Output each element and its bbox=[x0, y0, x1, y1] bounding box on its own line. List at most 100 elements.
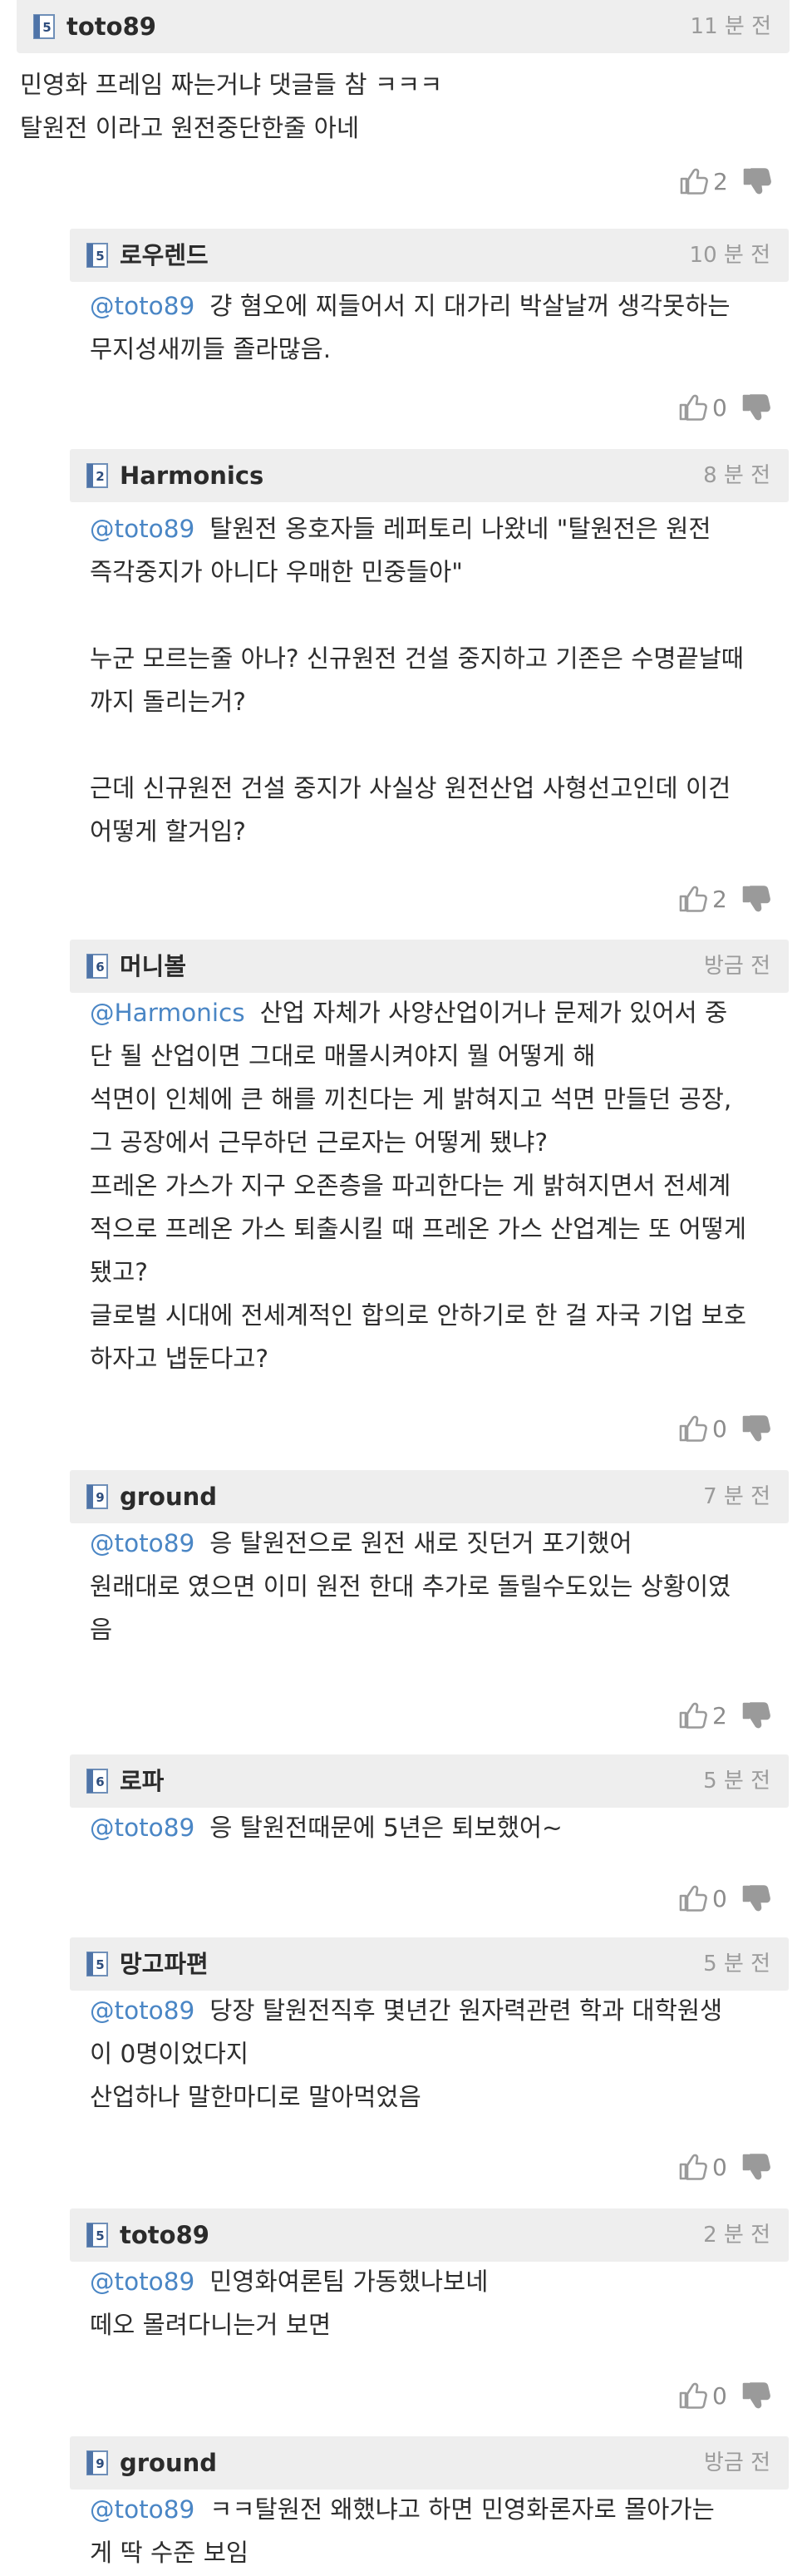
dislike-button[interactable] bbox=[741, 392, 770, 422]
comment-text-line bbox=[90, 723, 779, 767]
comment-text: 음 bbox=[90, 1616, 113, 1644]
comment-votes: 2 bbox=[677, 876, 770, 922]
user-level-icon: 6 bbox=[86, 1769, 108, 1794]
comment-text: 프레온 가스가 지구 오존층을 파괴한다는 게 밝혀지면서 전세계 bbox=[90, 1172, 731, 1200]
comment-text: 무지성새끼들 졸라많음. bbox=[90, 335, 332, 363]
comment-time: 7 분 전 bbox=[703, 1484, 770, 1509]
like-count: 0 bbox=[712, 393, 727, 422]
comment-header: 9 ground 방금 전 bbox=[70, 2436, 789, 2490]
like-count: 2 bbox=[712, 1701, 727, 1730]
comment-author[interactable]: Harmonics bbox=[120, 449, 263, 502]
user-level-number: 5 bbox=[96, 249, 104, 264]
comment-body: 민영화 프레임 짜는거냐 댓글들 참 ㅋㅋㅋ 탈원전 이라고 원전중단한줄 아네 bbox=[17, 63, 790, 150]
mention-link[interactable]: @Harmonics bbox=[90, 999, 245, 1027]
mention-link[interactable]: @toto89 bbox=[90, 1996, 194, 2025]
comment-votes: 0 bbox=[677, 1875, 770, 1922]
comment-text-line: @toto89 당장 탈원전직후 몇년간 원자력관련 학과 대학원생 bbox=[90, 1989, 779, 2032]
user-level-icon: 2 bbox=[86, 463, 108, 488]
comment-text-line bbox=[90, 594, 779, 637]
comment-header: 5 toto89 11 분 전 bbox=[17, 0, 790, 53]
dislike-button[interactable] bbox=[741, 1414, 770, 1443]
comment-text-line: @toto89 응 탈원전때문에 5년은 퇴보했어~ bbox=[90, 1806, 779, 1849]
thumbs-down-icon bbox=[742, 1415, 770, 1442]
comment-text: 석면이 인체에 큰 해를 끼친다는 게 밝혀지고 석면 만들던 공장, bbox=[90, 1085, 732, 1113]
comment-votes: 2 bbox=[677, 1692, 770, 1739]
comment-header: 5 망고파편 5 분 전 bbox=[70, 1937, 789, 1991]
user-level-icon: 5 bbox=[33, 14, 55, 39]
thumbs-down-icon bbox=[742, 2382, 770, 2409]
mention-link[interactable]: @toto89 bbox=[90, 2495, 194, 2524]
comment-author[interactable]: 망고파편 bbox=[120, 1937, 209, 1991]
like-count: 2 bbox=[712, 885, 727, 913]
mention-link[interactable]: @toto89 bbox=[90, 515, 194, 543]
dislike-button[interactable] bbox=[741, 1883, 770, 1913]
like-button[interactable]: 0 bbox=[677, 1414, 729, 1443]
mention-link[interactable]: @toto89 bbox=[90, 2268, 194, 2296]
comment-author[interactable]: toto89 bbox=[66, 0, 156, 53]
user-level-icon: 6 bbox=[86, 954, 108, 979]
comment-votes: 0 bbox=[677, 384, 770, 431]
like-count: 2 bbox=[713, 167, 728, 195]
like-button[interactable]: 0 bbox=[677, 2381, 729, 2411]
comment-text-line: 누군 모르는줄 아나? 신규원전 건설 중지하고 기존은 수명끝날때 bbox=[90, 637, 779, 680]
comment-time: 2 분 전 bbox=[703, 2223, 770, 2248]
like-button[interactable]: 0 bbox=[677, 392, 729, 422]
mention-link[interactable]: @toto89 bbox=[90, 1529, 194, 1557]
comment-text: 적으로 프레온 가스 퇴출시킬 때 프레온 가스 산업계는 또 어떻게 bbox=[90, 1215, 747, 1243]
comment-text: 게 딱 수준 보임 bbox=[90, 2539, 248, 2567]
like-button[interactable]: 0 bbox=[677, 1883, 729, 1913]
dislike-button[interactable] bbox=[741, 166, 771, 196]
user-level-icon: 5 bbox=[86, 1952, 108, 1976]
comment-text-line: 음 bbox=[90, 1608, 779, 1651]
comment-text-line: 까지 돌리는거? bbox=[90, 680, 779, 723]
comment-time: 5 분 전 bbox=[703, 1952, 770, 1976]
comment-body: @toto89 당장 탈원전직후 몇년간 원자력관련 학과 대학원생 이 0명이었다… bbox=[70, 1989, 789, 2119]
comment: 5 toto89 2 분 전 @toto89 민영화여론팀 가동했나보네 떼오 몰려… bbox=[70, 2208, 789, 2410]
comment-author[interactable]: ground bbox=[120, 2436, 217, 2490]
comment: 5 망고파편 5 분 전 @toto89 당장 탈원전직후 몇년간 원자력관련 학… bbox=[70, 1937, 789, 2181]
comment-author[interactable]: 머니볼 bbox=[120, 940, 186, 993]
thumbs-down-icon bbox=[742, 886, 770, 912]
comment-author[interactable]: 로우렌드 bbox=[120, 229, 209, 282]
comment: 2 Harmonics 8 분 전 @toto89 탈원전 옹호자들 레퍼토리 나… bbox=[70, 449, 789, 913]
comment-text: 누군 모르는줄 아나? 신규원전 건설 중지하고 기존은 수명끝날때 bbox=[90, 644, 744, 673]
comment-text: 떼오 몰려다니는거 보면 bbox=[90, 2311, 332, 2339]
comment-text: 민영화여론팀 가동했나보네 bbox=[209, 2268, 489, 2296]
user-level-icon: 9 bbox=[86, 1484, 108, 1509]
comment-header: 6 머니볼 방금 전 bbox=[70, 940, 789, 993]
comment-votes: 0 bbox=[677, 1405, 770, 1452]
like-button[interactable]: 2 bbox=[678, 166, 730, 196]
comment-text: 산업하나 말한마디로 말아먹었음 bbox=[90, 2083, 421, 2111]
comment-text: 까지 돌리는거? bbox=[90, 688, 246, 716]
comment-text-line: 그 공장에서 근무하던 근로자는 어떻게 됐냐? bbox=[90, 1121, 779, 1164]
dislike-button[interactable] bbox=[741, 2152, 770, 2182]
comment-header: 2 Harmonics 8 분 전 bbox=[70, 449, 789, 502]
dislike-button[interactable] bbox=[741, 1700, 770, 1730]
comment-text-line: @toto89 탈원전 옹호자들 레퍼토리 나왔네 "탈원전은 원전 bbox=[90, 507, 779, 550]
mention-link[interactable]: @toto89 bbox=[90, 1814, 194, 1842]
user-level-number: 5 bbox=[96, 1957, 104, 1972]
dislike-button[interactable] bbox=[741, 884, 770, 914]
like-button[interactable]: 2 bbox=[677, 1700, 729, 1730]
comment-text-line: 탈원전 이라고 원전중단한줄 아네 bbox=[20, 106, 780, 150]
comment-body: @toto89 탈원전 옹호자들 레퍼토리 나왔네 "탈원전은 원전즉각중지가 아… bbox=[70, 507, 789, 853]
comment-text: 단 될 산업이면 그대로 매몰시켜야지 뭘 어떻게 해 bbox=[90, 1042, 596, 1070]
mention-link[interactable]: @toto89 bbox=[90, 292, 194, 320]
comment-author[interactable]: toto89 bbox=[120, 2208, 209, 2262]
comment-text-line: 근데 신규원전 건설 중지가 사실상 원전산업 사형선고인데 이건 bbox=[90, 767, 779, 810]
comment-votes: 0 bbox=[677, 2144, 770, 2190]
comment-time: 방금 전 bbox=[703, 2450, 770, 2475]
thumbs-down-icon bbox=[742, 1885, 770, 1912]
dislike-button[interactable] bbox=[741, 2381, 770, 2411]
comment-text: 즉각중지가 아니다 우매한 민중들아" bbox=[90, 558, 463, 586]
like-count: 0 bbox=[712, 1884, 727, 1912]
comment: 6 머니볼 방금 전 @Harmonics 산업 자체가 사양산업이거나 문제가 … bbox=[70, 940, 789, 1443]
comment-text: 응 탈원전으로 원전 새로 짓던거 포기했어 bbox=[209, 1529, 632, 1557]
comment-author[interactable]: ground bbox=[120, 1470, 217, 1523]
like-button[interactable]: 2 bbox=[677, 884, 729, 914]
comment-author[interactable]: 로파 bbox=[120, 1754, 164, 1808]
comment-time: 5 분 전 bbox=[703, 1769, 770, 1794]
comment-text-line: 이 0명이었다지 bbox=[90, 2032, 779, 2075]
like-button[interactable]: 0 bbox=[677, 2152, 729, 2182]
comment-votes: 2 bbox=[678, 158, 771, 205]
